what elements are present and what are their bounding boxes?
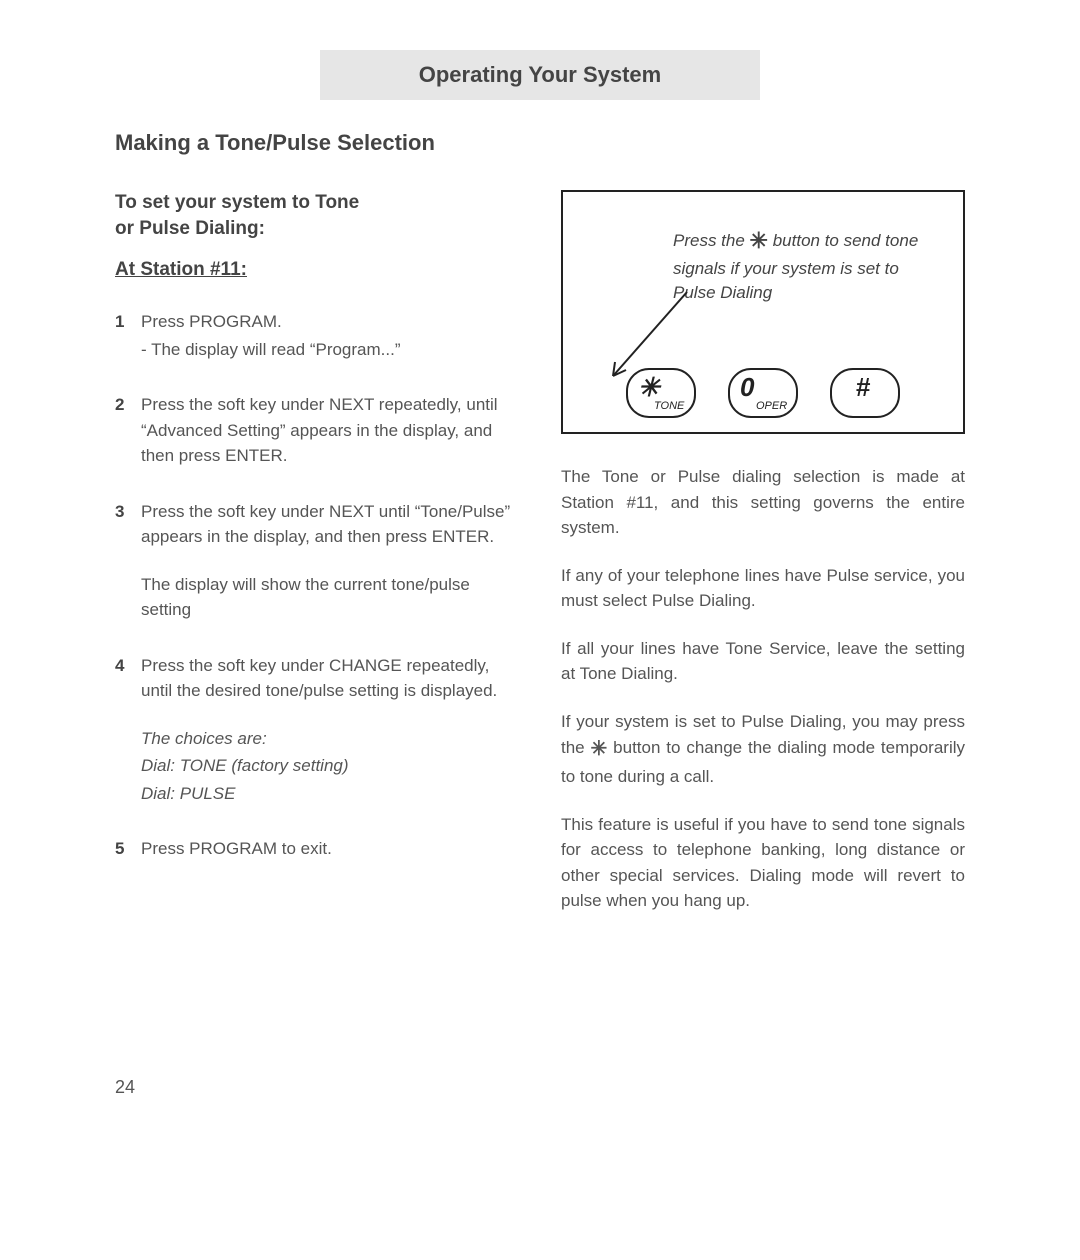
- paragraph-2: If any of your telephone lines have Puls…: [561, 563, 965, 614]
- star-icon: ✳: [750, 228, 768, 253]
- step-3-text: Press the soft key under NEXT until “Ton…: [141, 502, 510, 547]
- procedure-subhead: To set your system to Tone or Pulse Dial…: [115, 190, 519, 241]
- section-title: Making a Tone/Pulse Selection: [115, 130, 965, 156]
- page-number: 24: [115, 1077, 135, 1098]
- paragraph-4: If your system is set to Pulse Dialing, …: [561, 709, 965, 790]
- left-column: To set your system to Tone or Pulse Dial…: [115, 190, 519, 936]
- step-2: Press the soft key under NEXT repeatedly…: [115, 392, 519, 469]
- diagram-caption-pre: Press the: [673, 231, 750, 250]
- step-1: Press PROGRAM. - The display will read “…: [115, 309, 519, 362]
- step-4-choices-label: The choices are:: [141, 726, 519, 752]
- paragraph-4-post: button to change the dialing mode tempor…: [561, 738, 965, 786]
- step-4-choice-tone: Dial: TONE (factory setting): [141, 753, 519, 779]
- keypad-row: ✳ TONE 0 OPER #: [563, 368, 963, 418]
- diagram-caption: Press the ✳ button to send tone signals …: [673, 226, 933, 304]
- step-3-sub: The display will show the current tone/p…: [141, 572, 519, 623]
- paragraph-1: The Tone or Pulse dialing selection is m…: [561, 464, 965, 541]
- keypad-hash-key: #: [830, 368, 900, 418]
- keypad-zero-key-sublabel: OPER: [756, 400, 787, 412]
- station-label: At Station #11:: [115, 259, 519, 281]
- subhead-line1: To set your system to Tone: [115, 192, 359, 213]
- step-4: Press the soft key under CHANGE repeated…: [115, 653, 519, 807]
- star-icon: ✳: [591, 738, 608, 760]
- keypad-zero-key-label: 0: [740, 372, 754, 403]
- two-column-layout: To set your system to Tone or Pulse Dial…: [115, 190, 965, 936]
- step-3: Press the soft key under NEXT until “Ton…: [115, 499, 519, 623]
- step-4-text: Press the soft key under CHANGE repeated…: [141, 656, 497, 701]
- keypad-star-key: ✳ TONE: [626, 368, 696, 418]
- keypad-star-key-sublabel: TONE: [654, 400, 684, 412]
- step-5-text: Press PROGRAM to exit.: [141, 839, 332, 858]
- step-5: Press PROGRAM to exit.: [115, 836, 519, 862]
- right-column: Press the ✳ button to send tone signals …: [561, 190, 965, 936]
- keypad-hash-key-label: #: [856, 372, 870, 403]
- step-1-sub: - The display will read “Program...”: [141, 337, 519, 363]
- keypad-star-key-label: ✳: [638, 372, 660, 403]
- step-2-text: Press the soft key under NEXT repeatedly…: [141, 395, 498, 465]
- subhead-line2: or Pulse Dialing:: [115, 218, 265, 239]
- page-header-band: Operating Your System: [320, 50, 760, 100]
- keypad-diagram: Press the ✳ button to send tone signals …: [561, 190, 965, 434]
- procedure-steps: Press PROGRAM. - The display will read “…: [115, 309, 519, 862]
- keypad-zero-key: 0 OPER: [728, 368, 798, 418]
- step-4-choice-pulse: Dial: PULSE: [141, 781, 519, 807]
- step-1-text: Press PROGRAM.: [141, 312, 282, 331]
- paragraph-3: If all your lines have Tone Service, lea…: [561, 636, 965, 687]
- manual-page: Operating Your System Making a Tone/Puls…: [0, 0, 1080, 1260]
- paragraph-5: This feature is useful if you have to se…: [561, 812, 965, 914]
